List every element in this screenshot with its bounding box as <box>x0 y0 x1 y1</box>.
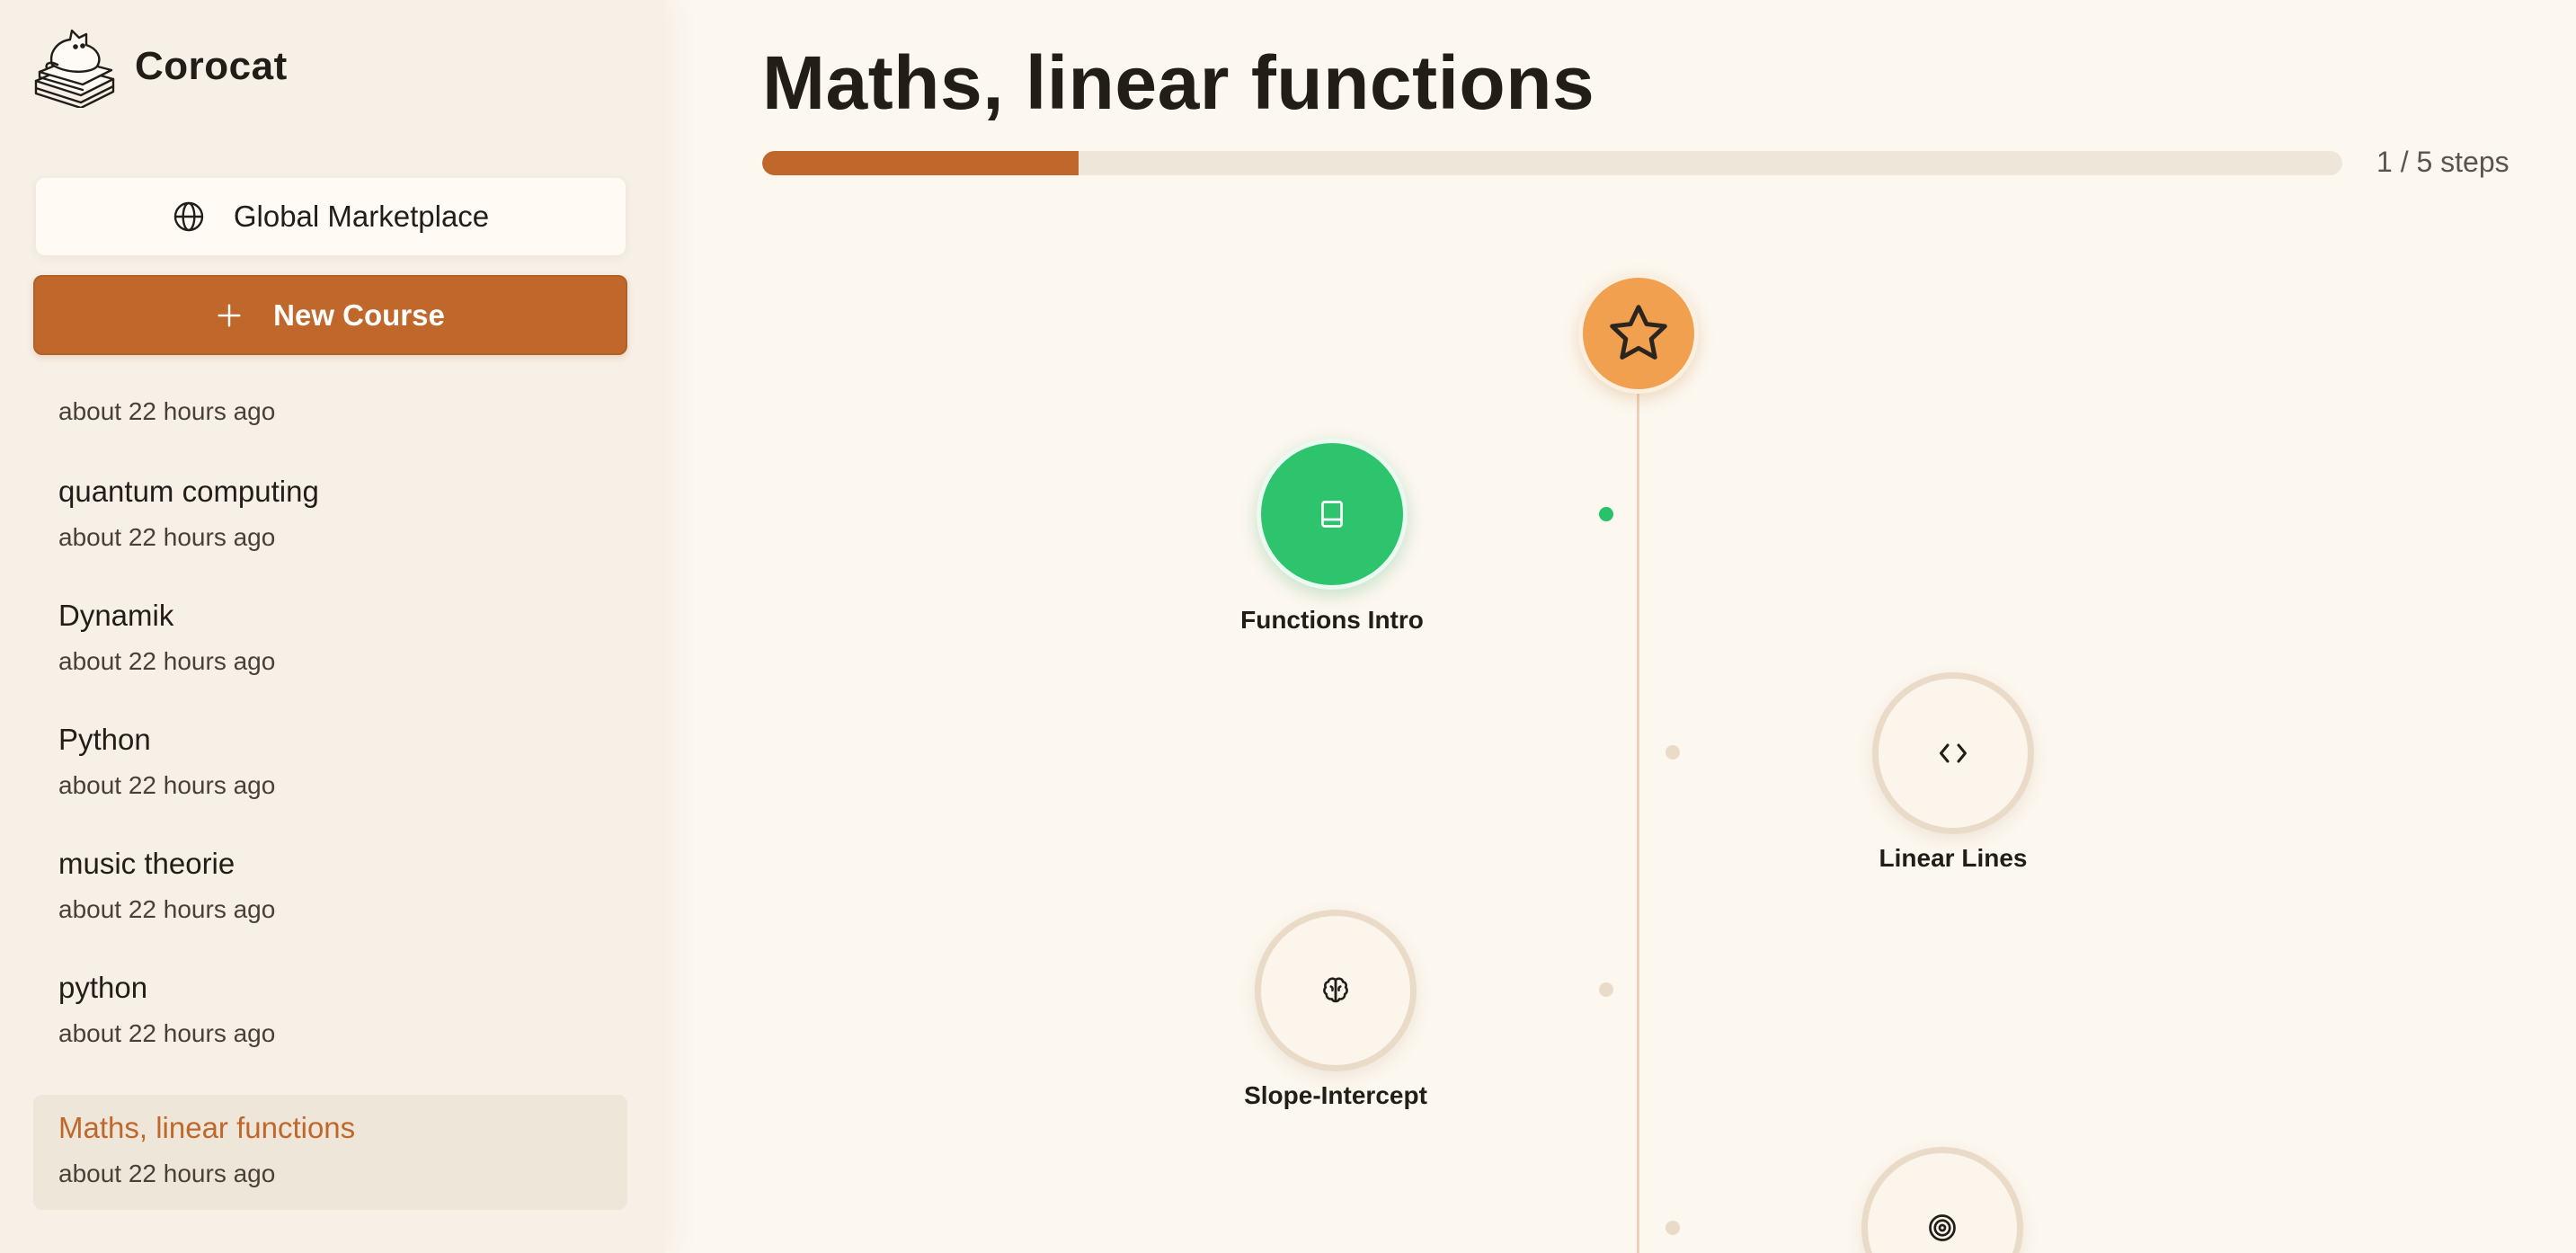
step-label: Functions Intro <box>1240 606 1424 634</box>
sidebar: Corocat Global Marketplace New Course ab… <box>0 0 665 1253</box>
progress-steps-label: 1 / 5 steps <box>2376 146 2509 178</box>
global-marketplace-button[interactable]: Global Marketplace <box>36 178 626 255</box>
step-node-slope-intercept[interactable] <box>1255 910 1417 1071</box>
step-node-target[interactable] <box>1861 1147 2023 1253</box>
start-node <box>1578 273 1699 394</box>
course-item[interactable]: Dynamik about 22 hours ago <box>33 599 627 723</box>
course-title: quantum computing <box>58 475 319 508</box>
course-list: about 22 hours ago quantum computing abo… <box>33 378 627 1210</box>
app-name: Corocat <box>135 44 288 88</box>
course-timestamp: about 22 hours ago <box>58 647 276 675</box>
global-marketplace-label: Global Marketplace <box>233 200 490 233</box>
course-item[interactable]: about 22 hours ago <box>33 378 627 475</box>
book-icon <box>1321 501 1343 528</box>
step-node-linear-lines[interactable] <box>1872 672 2034 834</box>
target-icon <box>1929 1214 1956 1241</box>
globe-icon <box>173 201 204 232</box>
timeline-dot <box>1666 1221 1680 1235</box>
star-icon <box>1610 305 1667 360</box>
course-timestamp: about 22 hours ago <box>58 1019 276 1047</box>
plus-icon <box>218 304 241 326</box>
timeline-dot-completed <box>1599 507 1613 521</box>
course-timestamp: about 22 hours ago <box>58 523 276 551</box>
corocat-logo-icon <box>34 29 115 108</box>
course-item-active[interactable]: Maths, linear functions about 22 hours a… <box>33 1095 627 1210</box>
brain-icon <box>1323 977 1348 1003</box>
course-title: Maths, linear functions <box>58 1111 356 1144</box>
course-title: Dynamik <box>58 599 174 632</box>
brand[interactable]: Corocat <box>31 25 288 108</box>
step-label: Slope-Intercept <box>1244 1081 1427 1109</box>
course-timestamp: about 22 hours ago <box>58 771 276 799</box>
new-course-label: New Course <box>273 298 445 332</box>
progress-bar-fill <box>762 151 1079 175</box>
code-icon <box>1940 743 1967 763</box>
progress-bar <box>762 151 2342 175</box>
app-root: Corocat Global Marketplace New Course ab… <box>0 0 2576 1253</box>
course-item[interactable]: python about 22 hours ago <box>33 971 627 1095</box>
course-timestamp: about 22 hours ago <box>58 397 276 425</box>
step-node-functions-intro[interactable] <box>1257 439 1408 590</box>
step-label: Linear Lines <box>1879 844 2028 872</box>
course-timestamp: about 22 hours ago <box>58 895 276 923</box>
page-title: Maths, linear functions <box>762 40 1595 125</box>
course-item[interactable]: Python about 22 hours ago <box>33 723 627 847</box>
new-course-button[interactable]: New Course <box>33 275 627 355</box>
course-item[interactable]: music theorie about 22 hours ago <box>33 847 627 971</box>
timeline-path <box>1637 387 1639 1253</box>
course-title: music theorie <box>58 847 235 880</box>
course-title: Python <box>58 723 151 756</box>
course-item[interactable]: quantum computing about 22 hours ago <box>33 475 627 599</box>
course-timestamp: about 22 hours ago <box>58 1160 276 1187</box>
course-title: python <box>58 971 148 1004</box>
timeline-dot <box>1599 982 1613 997</box>
timeline-dot <box>1666 745 1680 760</box>
